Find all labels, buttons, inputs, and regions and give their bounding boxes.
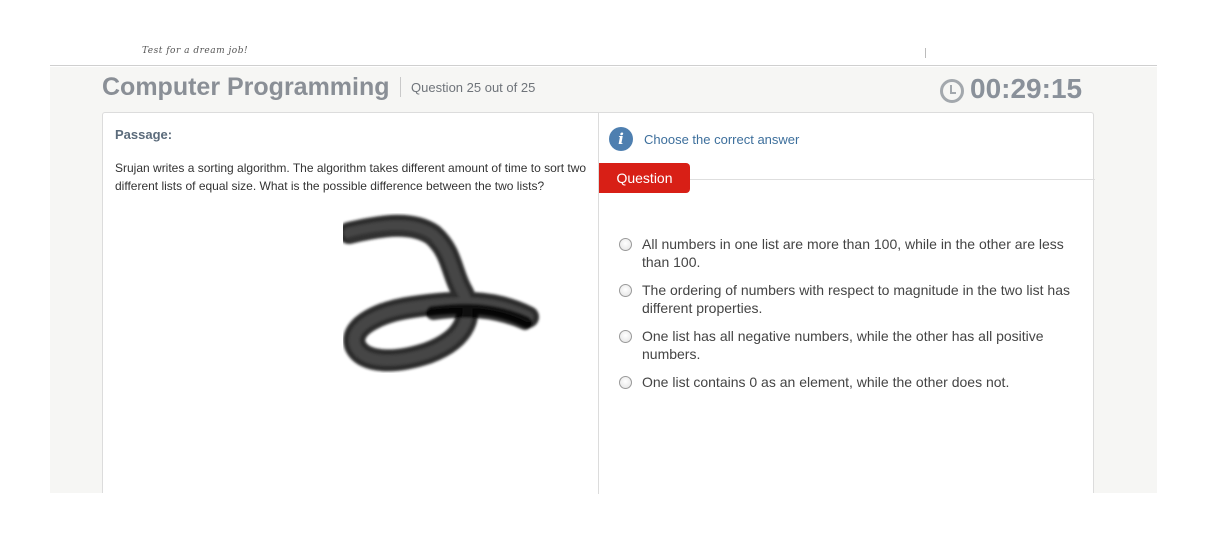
option-3[interactable]: One list has all negative numbers, while…: [619, 327, 1079, 363]
header-divider: [400, 77, 401, 97]
option-4[interactable]: One list contains 0 as an element, while…: [619, 373, 1079, 391]
question-progress: Question 25 out of 25: [411, 80, 536, 95]
option-2-label[interactable]: The ordering of numbers with respect to …: [642, 281, 1078, 317]
test-frame: Computer Programming Question 25 out of …: [50, 67, 1157, 494]
timer-value: 00:29:15: [970, 73, 1083, 104]
option-1-radio[interactable]: [619, 238, 632, 251]
clock-icon: [940, 79, 964, 103]
option-4-radio[interactable]: [619, 376, 632, 389]
question-panel: Passage: Srujan writes a sorting algorit…: [102, 112, 1095, 494]
passage-label: Passage:: [115, 127, 173, 142]
answer-pane: i Choose the correct answer Question All…: [599, 113, 1095, 494]
brand-tagline: Test for a dream job!: [142, 46, 249, 56]
option-1-label[interactable]: All numbers in one list are more than 10…: [642, 235, 1078, 271]
instructions-text: Choose the correct answer: [644, 131, 800, 147]
countdown-timer: 00:29:15: [940, 73, 1082, 105]
passage-pane: Passage: Srujan writes a sorting algorit…: [103, 113, 599, 494]
tab-question[interactable]: Question: [599, 163, 690, 193]
answer-options: All numbers in one list are more than 10…: [619, 235, 1079, 401]
instructions: i Choose the correct answer: [609, 127, 799, 151]
top-brand-strip: Test for a dream job!: [50, 38, 1157, 66]
scribble-annotation: [343, 214, 539, 372]
option-4-label[interactable]: One list contains 0 as an element, while…: [642, 373, 1078, 391]
option-3-label[interactable]: One list has all negative numbers, while…: [642, 327, 1078, 363]
option-2-radio[interactable]: [619, 284, 632, 297]
option-2[interactable]: The ordering of numbers with respect to …: [619, 281, 1079, 317]
passage-text: Srujan writes a sorting algorithm. The a…: [115, 161, 587, 193]
option-3-radio[interactable]: [619, 330, 632, 343]
strip-divider: [925, 48, 926, 58]
test-title: Computer Programming: [102, 73, 390, 101]
option-1[interactable]: All numbers in one list are more than 10…: [619, 235, 1079, 271]
info-icon: i: [609, 127, 633, 151]
